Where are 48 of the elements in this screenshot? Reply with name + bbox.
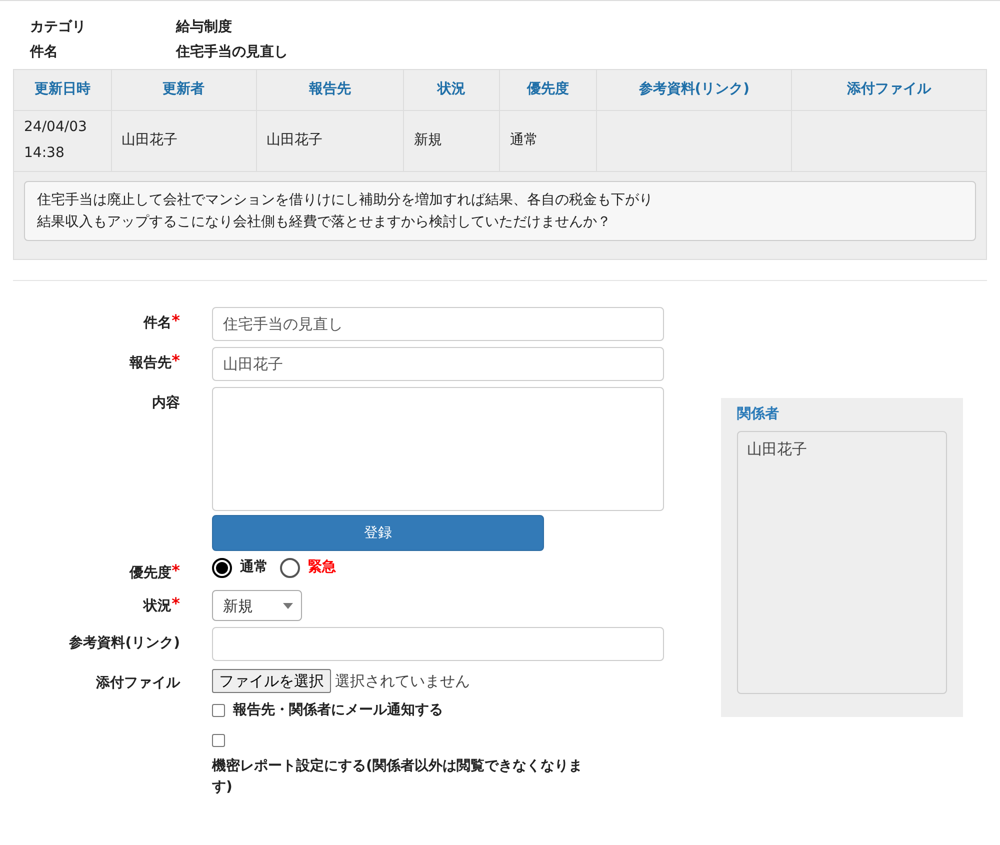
checkbox-label: 報告先・関係者にメール通知する — [233, 701, 443, 720]
required-mark: * — [172, 561, 180, 580]
text-field[interactable] — [212, 627, 664, 662]
column-header: 更新者 — [111, 70, 256, 110]
file-status: 選択されていません — [335, 671, 470, 692]
table-cell: 24/04/03 14:38 — [14, 110, 112, 171]
column-header: 添付ファイル — [792, 70, 986, 110]
caret-icon — [283, 602, 293, 609]
field-label: 参考資料(リンク) — [68, 634, 180, 654]
column-header: 参考資料(リンク) — [596, 70, 792, 110]
column-header: 優先度 — [499, 70, 597, 110]
column-header: 更新日時 — [14, 70, 112, 110]
option-label: 通常 — [240, 558, 268, 578]
field-label: 状況* — [142, 593, 180, 616]
table-cell: 通常 — [499, 110, 597, 171]
field-value: 給与制度 — [176, 18, 233, 37]
required-mark: * — [172, 311, 180, 330]
message-line: 結果収入もアップするこになり会社側も経費で落とせますから検討していただけませんか？ — [37, 212, 612, 232]
option-label: 緊急 — [308, 558, 336, 578]
field-label: 内容 — [151, 394, 180, 414]
table-cell: 山田花子 — [256, 110, 404, 171]
message-line: 住宅手当は廃止して会社でマンションを借りけにし補助分を増加すれば結果、各自の税金も下がり — [37, 190, 654, 210]
field-label: 優先度* — [128, 560, 180, 584]
member-name: 山田花子 — [747, 439, 808, 460]
checkbox[interactable] — [212, 704, 225, 718]
required-mark: * — [172, 594, 180, 614]
text-field[interactable]: 住宅手当の見直し — [212, 307, 664, 342]
field-value: 住宅手当の見直し — [176, 42, 289, 62]
radio-button[interactable] — [280, 558, 300, 578]
status-select[interactable]: 新規 — [212, 590, 302, 622]
column-header: 報告先 — [256, 70, 404, 110]
radio-button[interactable] — [212, 558, 232, 578]
field-label: 添付ファイル — [95, 674, 180, 694]
field-label: 件名* — [142, 310, 180, 334]
table-cell: 山田花子 — [111, 110, 256, 171]
field-label: 報告先* — [128, 350, 180, 374]
column-header: 状況 — [403, 70, 500, 110]
submit-button[interactable]: 登録 — [212, 515, 544, 552]
file-select-button[interactable]: ファイルを選択 — [212, 669, 331, 694]
field-label: カテゴリ — [30, 18, 87, 37]
checkbox-label: 機密レポート設定にする(関係者以外は閲覧できなくなります) — [212, 756, 584, 798]
text-field[interactable]: 山田花子 — [212, 347, 664, 382]
textarea-field[interactable] — [212, 387, 664, 512]
required-mark: * — [172, 351, 180, 370]
table-cell: 新規 — [403, 110, 500, 171]
checkbox[interactable] — [212, 734, 225, 748]
field-label: 件名 — [30, 43, 59, 62]
panel-title: 関係者 — [737, 405, 780, 424]
